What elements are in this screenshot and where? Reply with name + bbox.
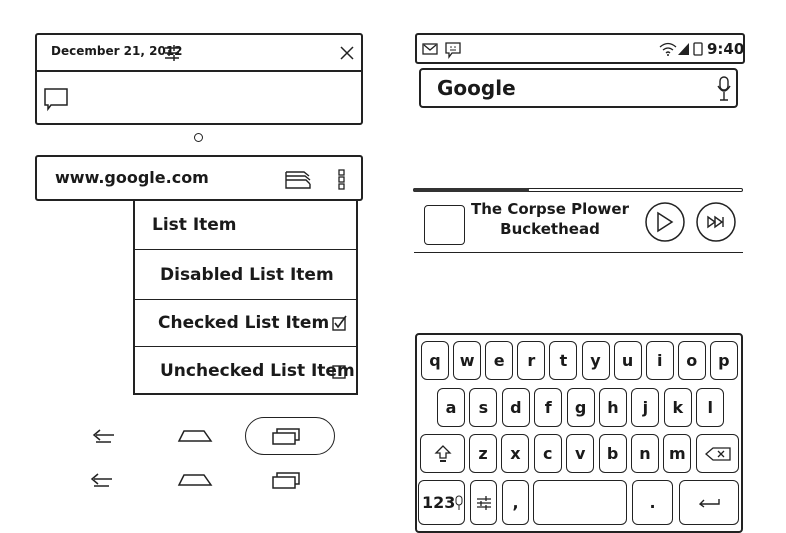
- clock: 9:40: [707, 40, 745, 58]
- back-icon[interactable]: [88, 473, 114, 487]
- overflow-menu-icon[interactable]: [338, 169, 346, 191]
- key-r[interactable]: r: [517, 341, 546, 380]
- menu-item-label: Disabled List Item: [160, 264, 334, 285]
- home-icon[interactable]: [177, 472, 213, 486]
- player-divider: [414, 252, 743, 253]
- battery-icon: [693, 42, 703, 56]
- tabs-icon[interactable]: [285, 171, 311, 189]
- key-s[interactable]: s: [469, 388, 498, 427]
- comma-key[interactable]: ,: [502, 480, 529, 525]
- menu-item-label: Unchecked List Item: [160, 361, 355, 381]
- key-b[interactable]: b: [598, 434, 627, 473]
- numbers-key-label: 123: [422, 493, 456, 512]
- key-x[interactable]: x: [501, 434, 530, 473]
- key-g[interactable]: g: [566, 388, 595, 427]
- key-n[interactable]: n: [631, 434, 659, 473]
- key-q[interactable]: q: [421, 341, 449, 380]
- sliders-icon: [476, 495, 491, 510]
- status-bar: 9:40: [415, 33, 745, 64]
- period-key[interactable]: .: [632, 480, 673, 525]
- key-j[interactable]: j: [631, 388, 660, 427]
- key-p[interactable]: p: [709, 341, 738, 380]
- key-t[interactable]: t: [549, 341, 578, 380]
- key-w[interactable]: w: [453, 341, 482, 380]
- shift-icon: [433, 444, 452, 462]
- album-art: [424, 205, 465, 245]
- search-box[interactable]: Google: [419, 68, 738, 108]
- key-i[interactable]: i: [645, 341, 674, 380]
- shift-key[interactable]: [420, 434, 465, 473]
- key-f[interactable]: f: [534, 388, 563, 427]
- key-c[interactable]: c: [533, 434, 562, 473]
- track-title: The Corpse Plower: [471, 200, 629, 218]
- playback-progress-fill: [413, 188, 529, 192]
- close-icon[interactable]: [340, 46, 354, 60]
- enter-icon: [698, 498, 720, 508]
- search-text: Google: [437, 76, 516, 100]
- back-icon[interactable]: [90, 429, 116, 443]
- menu-item-label: List Item: [152, 214, 237, 235]
- key-k[interactable]: k: [663, 388, 692, 427]
- microphone-icon[interactable]: [717, 76, 731, 102]
- dropdown-menu: List Item Disabled List Item Checked Lis…: [133, 200, 358, 395]
- notification-panel: December 21, 2012: [35, 33, 363, 125]
- url-text: www.google.com: [55, 168, 209, 187]
- home-icon[interactable]: [177, 428, 213, 442]
- chat-bubble-icon: [44, 88, 68, 112]
- checkbox-unchecked-icon[interactable]: [332, 365, 346, 379]
- play-icon[interactable]: [645, 202, 685, 242]
- url-bar[interactable]: www.google.com: [35, 155, 363, 201]
- key-l[interactable]: l: [696, 388, 725, 427]
- recent-apps-icon[interactable]: [272, 427, 302, 445]
- menu-item-label: Checked List Item: [158, 313, 330, 333]
- enter-key[interactable]: [679, 480, 739, 525]
- page-indicator-dot: [194, 133, 203, 142]
- numbers-key[interactable]: 123: [418, 480, 465, 525]
- gmail-icon: [422, 43, 438, 55]
- backspace-key[interactable]: [696, 434, 739, 473]
- menu-item-unchecked[interactable]: Unchecked List Item: [135, 347, 356, 395]
- menu-item-checked[interactable]: Checked List Item: [135, 300, 356, 347]
- key-h[interactable]: h: [599, 388, 627, 427]
- key-m[interactable]: m: [663, 434, 692, 473]
- wifi-icon: [659, 42, 677, 56]
- skip-next-icon[interactable]: [696, 202, 736, 242]
- menu-item-disabled: Disabled List Item: [135, 250, 356, 300]
- key-u[interactable]: u: [613, 341, 642, 380]
- settings-key[interactable]: [470, 480, 497, 525]
- key-a[interactable]: a: [437, 388, 465, 427]
- backspace-icon: [704, 446, 731, 461]
- sliders-icon[interactable]: [165, 45, 179, 61]
- microphone-icon: [455, 495, 463, 510]
- key-y[interactable]: y: [581, 341, 610, 380]
- recent-apps-icon[interactable]: [272, 471, 302, 489]
- signal-icon: [678, 43, 689, 55]
- key-z[interactable]: z: [469, 434, 497, 473]
- track-artist: Buckethead: [500, 220, 600, 238]
- key-e[interactable]: e: [485, 341, 514, 380]
- messenger-icon: [445, 42, 461, 59]
- checkbox-checked-icon[interactable]: [332, 315, 348, 332]
- space-key[interactable]: [533, 480, 627, 525]
- menu-item-list-item[interactable]: List Item: [135, 200, 356, 250]
- key-d[interactable]: d: [501, 388, 530, 427]
- key-o[interactable]: o: [677, 341, 706, 380]
- notification-date: December 21, 2012: [51, 44, 183, 58]
- key-v[interactable]: v: [566, 434, 595, 473]
